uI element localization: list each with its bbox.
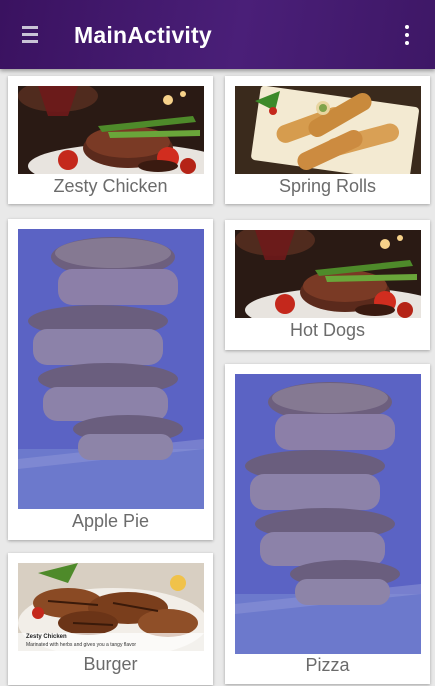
grid-item-label: Burger [83,654,138,674]
grid-item-spring-rolls[interactable]: Spring Rolls [225,76,430,204]
more-vertical-icon[interactable] [402,24,412,46]
steak-dinner-image [235,230,421,318]
grid-item-label: Zesty Chicken [53,176,168,196]
grid-item-label: Apple Pie [71,511,150,531]
grid-item-label: Hot Dogs [289,320,366,340]
grid-item-label: Spring Rolls [278,176,377,196]
grid-item-pizza[interactable]: Pizza [225,364,430,684]
grid-item-label: Pizza [305,655,350,675]
grid-item-zesty-chicken[interactable]: Zesty Chicken [8,76,213,204]
grilled-chicken-image: Zesty Chicken Marinated with herbs and g… [18,563,204,651]
steak-dinner-image [18,86,204,174]
app-title: MainActivity [74,22,212,48]
app-bar: MainActivity [0,0,435,69]
ice-cream-sandwich-image [18,229,204,509]
spring-rolls-image [235,86,421,174]
grid-item-apple-pie[interactable]: Apple Pie [8,219,213,540]
hamburger-menu-icon[interactable] [22,24,38,44]
image-caption-title: Zesty Chicken [26,634,67,640]
grid-item-hot-dogs[interactable]: Hot Dogs [225,220,430,350]
grid-item-burger[interactable]: Zesty Chicken Marinated with herbs and g… [8,553,213,685]
ice-cream-sandwich-image [235,374,421,654]
image-caption-text: Marinated with herbs and gives you a tan… [26,642,137,648]
